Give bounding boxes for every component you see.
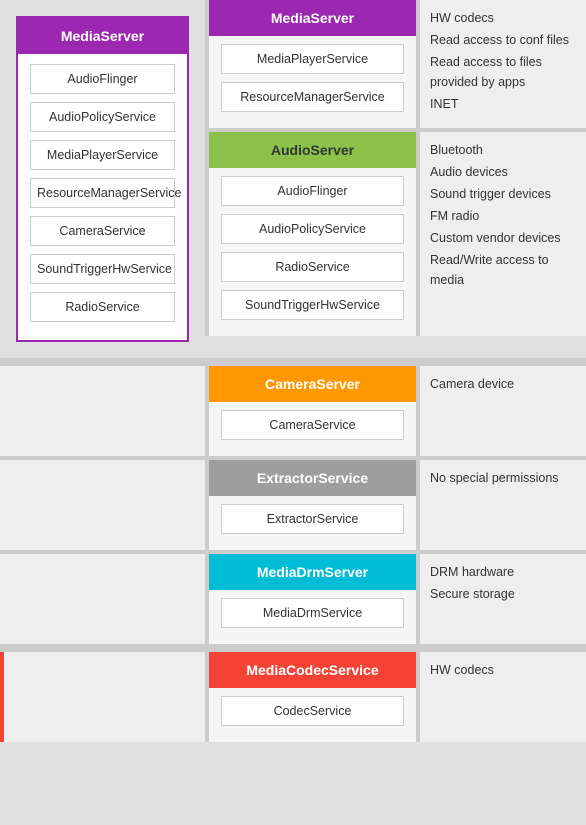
service-box: RadioService (30, 292, 175, 322)
left-service-list: AudioFlinger AudioPolicyService MediaPlaye… (18, 54, 187, 340)
audio-server-header: AudioServer (209, 132, 416, 168)
service-box: CodecService (221, 696, 404, 726)
media-server-middle: MediaServer MediaPlayerService ResourceM… (205, 0, 420, 128)
media-codec-service-middle: MediaCodecService CodecService (205, 652, 420, 742)
service-box: MediaDrmService (221, 598, 404, 628)
service-box: AudioFlinger (221, 176, 404, 206)
service-box: AudioFlinger (30, 64, 175, 94)
media-codec-service-header: MediaCodecService (209, 652, 416, 688)
camera-server-header: CameraServer (209, 366, 416, 402)
media-server-services: MediaPlayerService ResourceManagerServic… (209, 36, 416, 128)
camera-server-permissions: Camera device (420, 366, 586, 456)
service-box: MediaPlayerService (221, 44, 404, 74)
media-drm-server-header: MediaDrmServer (209, 554, 416, 590)
extractor-service-header: ExtractorService (209, 460, 416, 496)
camera-server-services: CameraService (209, 402, 416, 456)
service-box: MediaPlayerService (30, 140, 175, 170)
media-codec-service-services: CodecService (209, 688, 416, 742)
service-box: SoundTriggerHwService (221, 290, 404, 320)
left-media-server-box: MediaServer AudioFlinger AudioPolicyServi… (16, 16, 189, 342)
media-drm-server-services: MediaDrmService (209, 590, 416, 644)
service-box: AudioPolicyService (221, 214, 404, 244)
service-box: ResourceManagerService (221, 82, 404, 112)
media-server-header: MediaServer (209, 0, 416, 36)
media-server-permissions: HW codecs Read access to conf files Read… (420, 0, 586, 128)
extractor-service-services: ExtractorService (209, 496, 416, 550)
service-box: RadioService (221, 252, 404, 282)
media-drm-server-permissions: DRM hardware Secure storage (420, 554, 586, 644)
camera-left-placeholder (0, 366, 205, 456)
extractor-service-permissions: No special permissions (420, 460, 586, 550)
media-codec-service-permissions: HW codecs (420, 652, 586, 742)
left-media-server-header: MediaServer (18, 18, 187, 54)
media-codec-left-placeholder (0, 652, 205, 742)
service-box: CameraService (221, 410, 404, 440)
service-box: SoundTriggerHwService (30, 254, 175, 284)
audio-server-permissions: Bluetooth Audio devices Sound trigger de… (420, 132, 586, 336)
service-box: CameraService (30, 216, 175, 246)
service-box: ExtractorService (221, 504, 404, 534)
media-drm-left-placeholder (0, 554, 205, 644)
service-box: AudioPolicyService (30, 102, 175, 132)
camera-server-middle: CameraServer CameraService (205, 366, 420, 456)
audio-server-middle: AudioServer AudioFlinger AudioPolicyServ… (205, 132, 420, 336)
media-drm-server-middle: MediaDrmServer MediaDrmService (205, 554, 420, 644)
left-panel: MediaServer AudioFlinger AudioPolicyServi… (0, 0, 205, 358)
extractor-service-middle: ExtractorService ExtractorService (205, 460, 420, 550)
audio-server-services: AudioFlinger AudioPolicyService RadioSer… (209, 168, 416, 336)
service-box: ResourceManagerService (30, 178, 175, 208)
extractor-left-placeholder (0, 460, 205, 550)
